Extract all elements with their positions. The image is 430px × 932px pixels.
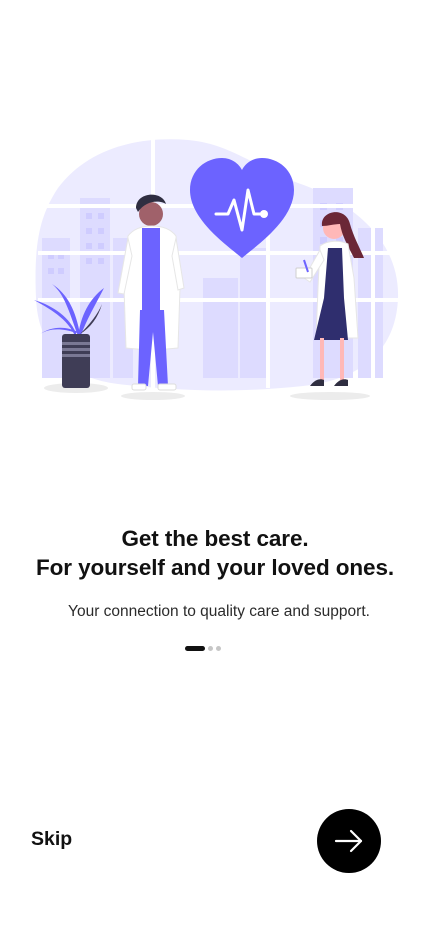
next-button[interactable]	[317, 809, 381, 873]
page-dot-active[interactable]	[185, 646, 205, 651]
page-dot[interactable]	[208, 646, 213, 651]
page-indicator	[185, 646, 221, 651]
onboarding-subtitle: Your connection to quality care and supp…	[68, 603, 370, 620]
arrow-right-icon	[334, 829, 363, 853]
headline-line-1: Get the best care.	[121, 526, 309, 551]
skip-button[interactable]: Skip	[31, 828, 72, 851]
page-dot[interactable]	[216, 646, 221, 651]
doctors-illustration	[34, 138, 399, 400]
headline-line-2: For yourself and your loved ones.	[35, 555, 395, 580]
onboarding-headline: Get the best care. For yourself and your…	[0, 524, 430, 582]
